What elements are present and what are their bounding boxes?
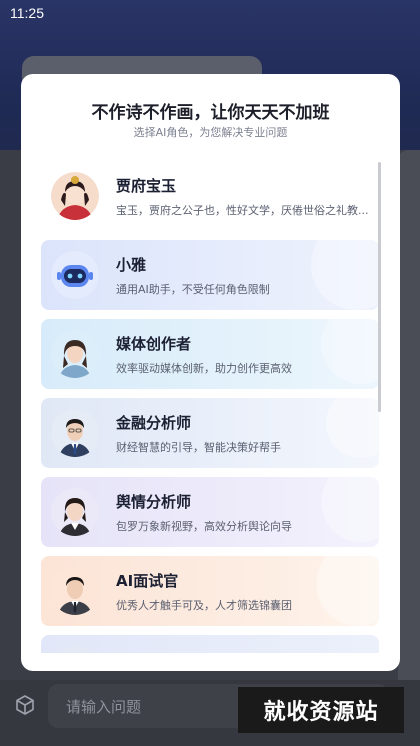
role-name: 金融分析师 <box>116 414 192 432</box>
role-card-media-creator[interactable]: 媒体创作者 效率驱动媒体创新，助力创作更高效 <box>41 319 379 389</box>
role-card-opinion-analyst[interactable]: 舆情分析师 包罗万象新视野，高效分析舆论向导 <box>41 477 379 547</box>
avatar-opinion-analyst <box>51 488 99 536</box>
card-decoration <box>311 240 379 310</box>
role-list[interactable]: 贾府宝玉 宝玉，贾府之公子也，性好文学，厌倦世俗之礼教... 小雅 通用AI助手… <box>41 161 379 653</box>
modal-title: 不作诗不作画，让你天天不加班 <box>91 103 330 123</box>
role-name: 小雅 <box>116 256 147 274</box>
role-card-baoyu[interactable]: 贾府宝玉 宝玉，贾府之公子也，性好文学，厌倦世俗之礼教... <box>41 161 379 231</box>
role-card-ai-interviewer[interactable]: AI面试官 优秀人才触手可及，人才筛选锦囊团 <box>41 556 379 626</box>
avatar-finance-analyst <box>51 409 99 457</box>
background-panel-edge <box>398 150 420 690</box>
list-scrollbar[interactable] <box>378 162 381 412</box>
cube-icon[interactable] <box>14 694 36 716</box>
role-name: 舆情分析师 <box>116 493 192 511</box>
avatar-baoyu <box>51 172 99 220</box>
role-description: 宝玉，贾府之公子也，性好文学，厌倦世俗之礼教... <box>116 204 369 217</box>
role-name: 贾府宝玉 <box>116 177 177 195</box>
role-card-xiaoya[interactable]: 小雅 通用AI助手，不受任何角色限制 <box>41 240 379 310</box>
role-card-finance-analyst[interactable]: 金融分析师 财经智慧的引导，智能决策好帮手 <box>41 398 379 468</box>
role-picker-modal: 不作诗不作画，让你天天不加班 选择AI角色，为您解决专业问题 贾府宝玉 宝玉，贾… <box>21 74 400 671</box>
card-decoration <box>316 556 379 626</box>
role-description: 优秀人才触手可及，人才筛选锦囊团 <box>116 599 292 612</box>
robot-icon <box>51 251 99 299</box>
role-description: 通用AI助手，不受任何角色限制 <box>116 283 270 296</box>
avatar-ai-interviewer <box>51 567 99 615</box>
role-description: 效率驱动媒体创新，助力创作更高效 <box>116 362 292 375</box>
role-card-partial[interactable] <box>41 635 379 653</box>
status-bar-time: 11:25 <box>10 5 44 21</box>
modal-subtitle: 选择AI角色，为您解决专业问题 <box>133 126 288 139</box>
watermark-text: 就收资源站 <box>238 687 404 733</box>
avatar-partial <box>51 646 99 653</box>
role-description: 包罗万象新视野，高效分析舆论向导 <box>116 520 292 533</box>
avatar-media-creator <box>51 330 99 378</box>
role-name: 媒体创作者 <box>116 335 192 353</box>
role-name: AI面试官 <box>116 572 179 590</box>
role-description: 财经智慧的引导，智能决策好帮手 <box>116 441 281 454</box>
